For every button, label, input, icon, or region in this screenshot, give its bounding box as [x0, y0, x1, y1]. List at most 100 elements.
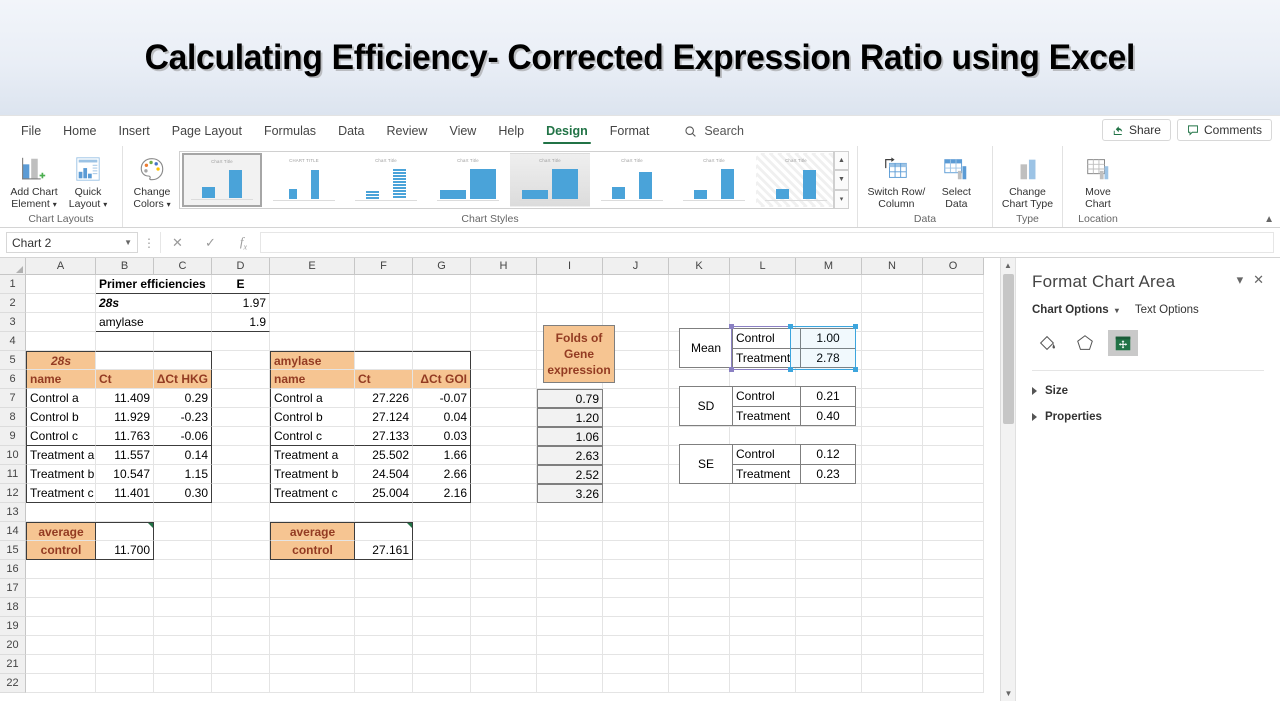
cell-E9[interactable]: Control c: [270, 427, 355, 446]
column-header-I[interactable]: I: [537, 258, 603, 275]
row-header-20[interactable]: 20: [0, 636, 26, 655]
cell-C12[interactable]: 0.30: [154, 484, 212, 503]
cell-F14[interactable]: [355, 522, 413, 541]
tab-file[interactable]: File: [10, 116, 52, 146]
cell-B15[interactable]: 11.700: [96, 541, 154, 560]
cell-B9[interactable]: 11.763: [96, 427, 154, 446]
column-header-A[interactable]: A: [26, 258, 96, 275]
tab-formulas[interactable]: Formulas: [253, 116, 327, 146]
cell-E5[interactable]: amylase: [270, 351, 355, 370]
scrollbar-thumb[interactable]: [1003, 274, 1014, 424]
cell-E10[interactable]: Treatment a: [270, 446, 355, 465]
cell-A11[interactable]: Treatment b: [26, 465, 96, 484]
cell-G8[interactable]: 0.04: [413, 408, 471, 427]
formula-input[interactable]: [261, 232, 1274, 253]
chevron-down-icon[interactable]: ▼: [124, 238, 132, 247]
chart-styles-gallery[interactable]: Chart Title CHART TITLE Chart Title Char…: [175, 151, 849, 209]
cell-B7[interactable]: 11.409: [96, 389, 154, 408]
tab-design[interactable]: Design: [535, 116, 599, 146]
cell-E12[interactable]: Treatment c: [270, 484, 355, 503]
cell-D3[interactable]: 1.9: [212, 313, 270, 332]
column-header-E[interactable]: E: [270, 258, 355, 275]
cell-C6[interactable]: ΔCt HKG: [154, 370, 212, 389]
cell-G10[interactable]: 1.66: [413, 446, 471, 465]
cell-B2[interactable]: 28s: [96, 294, 212, 313]
row-header-7[interactable]: 7: [0, 389, 26, 408]
gallery-scroll-down[interactable]: ▼: [834, 170, 849, 190]
column-header-B[interactable]: B: [96, 258, 154, 275]
row-header-15[interactable]: 15: [0, 541, 26, 560]
row-header-8[interactable]: 8: [0, 408, 26, 427]
row-header-5[interactable]: 5: [0, 351, 26, 370]
add-chart-element-button[interactable]: Add Chart Element ▾: [8, 150, 60, 211]
row-header-19[interactable]: 19: [0, 617, 26, 636]
cell-F12[interactable]: 25.004: [355, 484, 413, 503]
row-header-11[interactable]: 11: [0, 465, 26, 484]
pane-tab-text-options[interactable]: Text Options: [1135, 304, 1199, 316]
cell-F15[interactable]: 27.161: [355, 541, 413, 560]
cell-F9[interactable]: 27.133: [355, 427, 413, 446]
chart-style-thumb-4[interactable]: Chart Title: [428, 153, 508, 207]
collapse-ribbon-button[interactable]: ▲: [1264, 214, 1274, 225]
cell-I4-folds-header[interactable]: Folds of Gene expression: [543, 325, 615, 383]
row-header-1[interactable]: 1: [0, 275, 26, 294]
worksheet-grid[interactable]: A B C D E F G H I J K L M N O 1 Primer e…: [0, 258, 1012, 701]
row-header-4[interactable]: 4: [0, 332, 26, 351]
cell-A14[interactable]: average: [26, 522, 96, 541]
tab-page-layout[interactable]: Page Layout: [161, 116, 253, 146]
chart-style-thumb-8[interactable]: Chart Title: [756, 153, 833, 207]
cell-B6[interactable]: Ct: [96, 370, 154, 389]
column-header-N[interactable]: N: [862, 258, 923, 275]
comments-button[interactable]: Comments: [1176, 119, 1272, 141]
change-chart-type-button[interactable]: Change Chart Type: [1001, 150, 1054, 210]
size-properties-icon[interactable]: [1108, 330, 1138, 356]
row-header-22[interactable]: 22: [0, 674, 26, 693]
cell-I8[interactable]: 1.20: [537, 408, 603, 427]
grid-vertical-scrollbar[interactable]: ▲ ▼: [1000, 258, 1016, 701]
move-chart-button[interactable]: Move Chart: [1071, 150, 1125, 210]
cell-F7[interactable]: 27.226: [355, 389, 413, 408]
name-box[interactable]: Chart 2 ▼: [6, 232, 138, 253]
column-header-H[interactable]: H: [471, 258, 537, 275]
cell-A6[interactable]: name: [26, 370, 96, 389]
scroll-up-arrow[interactable]: ▲: [1001, 258, 1015, 273]
cell-G9[interactable]: 0.03: [413, 427, 471, 446]
gallery-scroll-up[interactable]: ▲: [834, 151, 849, 171]
row-header-16[interactable]: 16: [0, 560, 26, 579]
cell-F11[interactable]: 24.504: [355, 465, 413, 484]
cell-I10[interactable]: 2.63: [537, 446, 603, 465]
cell-B3[interactable]: amylase: [96, 313, 212, 332]
scroll-down-arrow[interactable]: ▼: [1001, 686, 1016, 701]
pane-section-properties[interactable]: Properties: [1032, 411, 1264, 423]
cell-D2[interactable]: 1.97: [212, 294, 270, 313]
tab-insert[interactable]: Insert: [108, 116, 161, 146]
cell-B10[interactable]: 11.557: [96, 446, 154, 465]
cell-G6[interactable]: ΔCt GOI: [413, 370, 471, 389]
stats-table-sd[interactable]: SD Control 0.21 Treatment 0.40: [679, 386, 856, 426]
row-header-17[interactable]: 17: [0, 579, 26, 598]
cell-A12[interactable]: Treatment c: [26, 484, 96, 503]
gallery-scroll-buttons[interactable]: ▲ ▼ ▾: [834, 151, 849, 209]
gallery-more[interactable]: ▾: [834, 189, 849, 209]
cell-C9[interactable]: -0.06: [154, 427, 212, 446]
cell-E11[interactable]: Treatment b: [270, 465, 355, 484]
cell-C10[interactable]: 0.14: [154, 446, 212, 465]
pane-close-icon[interactable]: ✕: [1253, 272, 1264, 288]
quick-layout-button[interactable]: Quick Layout ▾: [62, 150, 114, 211]
cell-A8[interactable]: Control b: [26, 408, 96, 427]
pentagon-effects-icon[interactable]: [1070, 330, 1100, 356]
cell-B11[interactable]: 10.547: [96, 465, 154, 484]
column-header-J[interactable]: J: [603, 258, 669, 275]
row-header-9[interactable]: 9: [0, 427, 26, 446]
chart-style-thumb-1[interactable]: Chart Title: [182, 153, 262, 207]
cell-E8[interactable]: Control b: [270, 408, 355, 427]
cell-B1[interactable]: Primer efficiencies: [96, 275, 212, 294]
cell-I9[interactable]: 1.06: [537, 427, 603, 446]
cell-E7[interactable]: Control a: [270, 389, 355, 408]
pane-section-size[interactable]: Size: [1032, 385, 1264, 397]
insert-function-icon[interactable]: fx: [227, 234, 260, 252]
row-header-21[interactable]: 21: [0, 655, 26, 674]
column-header-K[interactable]: K: [669, 258, 730, 275]
column-header-F[interactable]: F: [355, 258, 413, 275]
cell-A5[interactable]: 28s: [26, 351, 96, 370]
